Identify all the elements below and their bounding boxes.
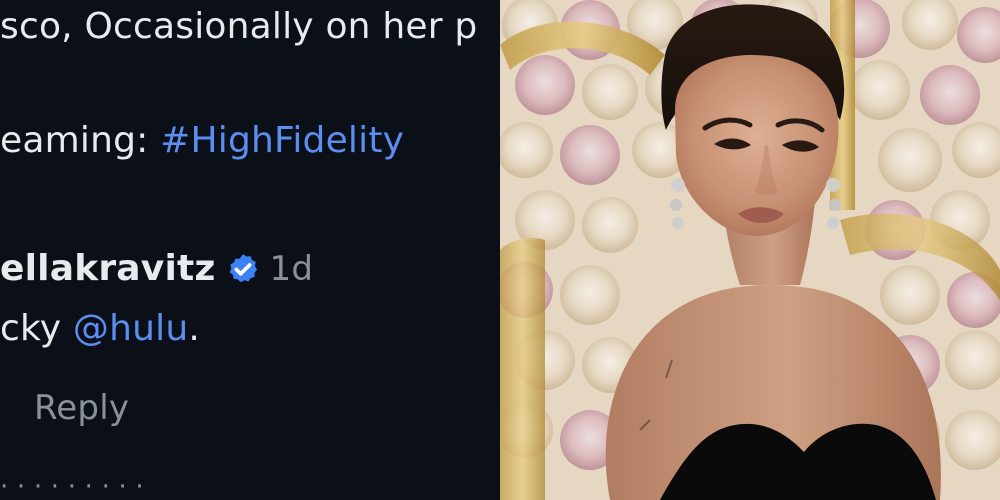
verified-badge-icon <box>226 252 260 286</box>
split-view: sco, Occasionally on her p eaming: #High… <box>0 0 1000 500</box>
hashtag-link[interactable]: #HighFidelity <box>160 120 404 161</box>
timestamp: 1d <box>269 248 314 289</box>
cutoff-text: · · · · · · · · · <box>0 472 144 500</box>
comment-text-1: sco, Occasionally on her p <box>0 6 478 47</box>
comment-text-2-prefix: eaming: <box>0 120 161 161</box>
portrait-photo <box>500 0 1000 500</box>
reply-text-suffix: . <box>188 308 201 349</box>
portrait-illustration <box>500 0 1000 500</box>
reply-text-prefix: cky <box>0 308 73 349</box>
comment-text-line-1: sco, Occasionally on her p <box>0 6 477 47</box>
comment-crop: sco, Occasionally on her p eaming: #High… <box>0 0 500 500</box>
comment-author-row: ellakravitz 1d <box>0 248 313 289</box>
reply-button[interactable]: Reply <box>34 388 129 428</box>
comment-text-line-2: eaming: #HighFidelity <box>0 120 404 161</box>
mention-link[interactable]: @hulu <box>73 308 188 349</box>
username[interactable]: ellakravitz <box>0 248 216 289</box>
reply-content-line: cky @hulu. <box>0 308 200 349</box>
